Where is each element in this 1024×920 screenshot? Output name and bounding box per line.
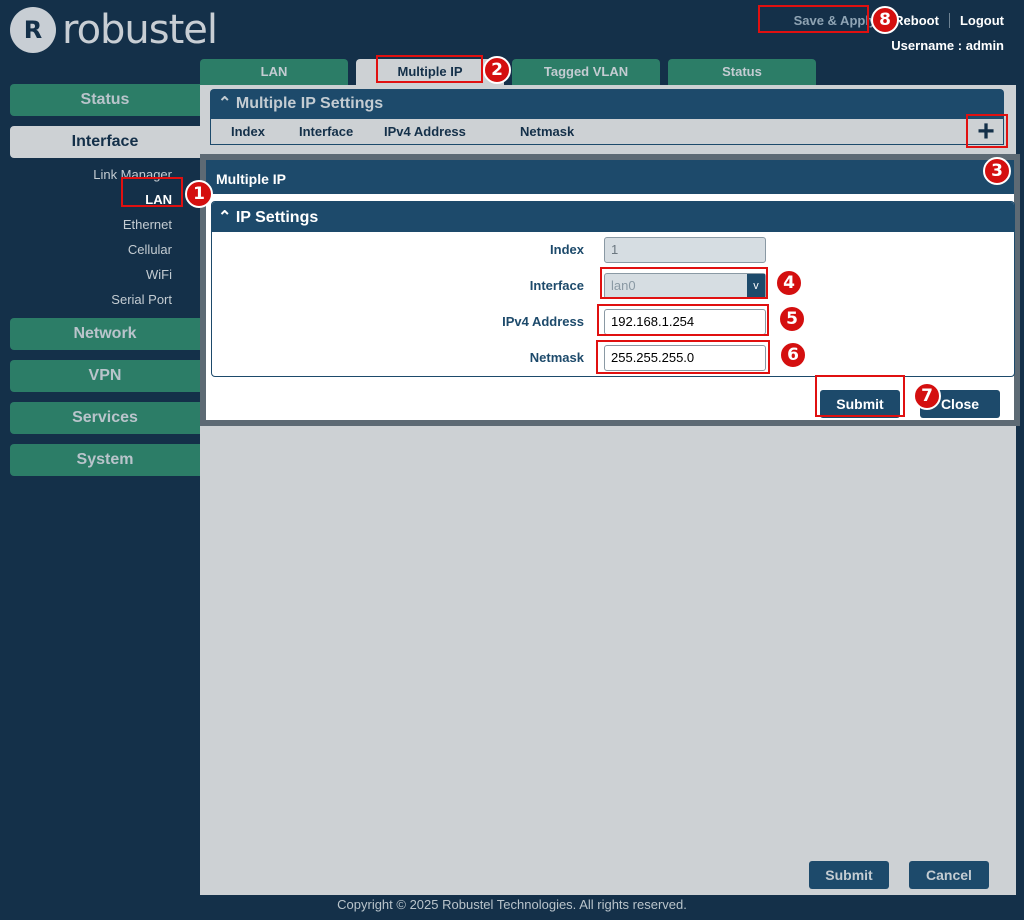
callout-badge-8: 8 [871, 6, 899, 34]
index-field: 1 [604, 237, 766, 263]
index-label: Index [550, 242, 584, 257]
dialog-title: Multiple IP [206, 160, 1014, 194]
sidebar-item-status[interactable]: Status [10, 84, 200, 116]
ipv4-address-label: IPv4 Address [502, 314, 584, 329]
submenu-item-ethernet[interactable]: Ethernet [10, 212, 200, 237]
callout-badge-5: 5 [778, 305, 806, 333]
multiple-ip-settings-panel: ⌃ Multiple IP Settings Index Interface I… [210, 89, 1004, 148]
callout-badge-2: 2 [483, 56, 511, 84]
sidebar: Status Interface Link Manager LAN Ethern… [10, 84, 200, 476]
sidebar-item-services[interactable]: Services [10, 402, 200, 434]
collapse-chevron-icon: ⌃ [218, 95, 232, 112]
callout-badge-4: 4 [775, 269, 803, 297]
multiple-ip-settings-title: Multiple IP Settings [235, 95, 384, 112]
netmask-label: Netmask [529, 350, 584, 365]
logout-link[interactable]: Logout [950, 13, 1004, 28]
sidebar-item-vpn[interactable]: VPN [10, 360, 200, 392]
callout-box-ipv4 [597, 304, 769, 336]
column-header-ipv4-address: IPv4 Address [384, 124, 466, 139]
interface-label: Interface [529, 278, 584, 293]
tab-lan[interactable]: LAN [200, 59, 348, 85]
callout-box-lan [121, 177, 183, 207]
submenu-item-cellular[interactable]: Cellular [10, 237, 200, 262]
column-header-netmask: Netmask [520, 124, 575, 139]
callout-box-multiple-ip-tab [376, 55, 483, 83]
sidebar-item-system[interactable]: System [10, 444, 200, 476]
sidebar-item-interface[interactable]: Interface [10, 126, 200, 158]
logo-mark-icon: R [10, 7, 56, 53]
multiple-ip-settings-header[interactable]: ⌃ Multiple IP Settings [210, 89, 1004, 119]
collapse-chevron-icon: ⌃ [218, 209, 232, 226]
ip-settings-header[interactable]: ⌃ IP Settings [212, 202, 1014, 232]
callout-box-netmask [596, 340, 770, 374]
submenu-item-serial-port[interactable]: Serial Port [10, 287, 200, 312]
tab-tagged-vlan[interactable]: Tagged VLAN [512, 59, 660, 85]
sidebar-item-network[interactable]: Network [10, 318, 200, 350]
callout-box-add [966, 114, 1008, 148]
tab-bar: LAN Multiple IP Tagged VLAN Status [200, 59, 824, 85]
callout-box-submit [815, 375, 905, 417]
column-header-interface: Interface [299, 124, 354, 139]
copyright-footer: Copyright © 2025 Robustel Technologies. … [337, 897, 687, 912]
callout-badge-3: 3 [983, 157, 1011, 185]
ip-settings-title: IP Settings [235, 209, 319, 226]
cancel-button[interactable]: Cancel [909, 861, 989, 889]
logo-text: robustel [62, 7, 218, 53]
table-header-row: Index Interface IPv4 Address Netmask + [210, 115, 1004, 148]
callout-badge-1: 1 [185, 180, 213, 208]
callout-box-interface [600, 267, 768, 299]
submit-button[interactable]: Submit [809, 861, 889, 889]
form-row-index: Index 1 [212, 237, 1014, 263]
column-header-index: Index [231, 124, 265, 139]
callout-badge-6: 6 [779, 341, 807, 369]
robustel-logo: R robustel [10, 6, 218, 54]
username-label: Username : admin [891, 38, 1004, 53]
tab-status[interactable]: Status [668, 59, 816, 85]
submenu-item-wifi[interactable]: WiFi [10, 262, 200, 287]
callout-badge-7: 7 [913, 382, 941, 410]
callout-box-save-apply [758, 5, 869, 33]
